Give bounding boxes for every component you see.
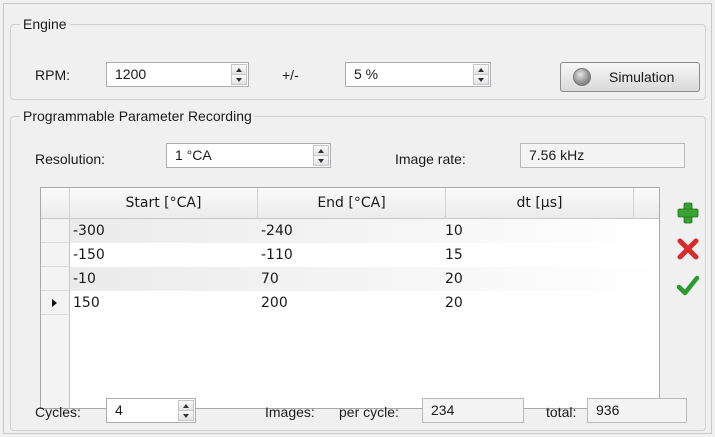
engine-legend: Engine <box>20 16 70 32</box>
arrow-up-icon <box>236 67 242 72</box>
current-row-pointer-icon <box>52 299 57 307</box>
per-cycle-field: 234 <box>422 398 524 423</box>
cell-start[interactable]: 150 <box>73 291 100 315</box>
recording-legend: Programmable Parameter Recording <box>20 108 255 124</box>
cell-dt[interactable]: 20 <box>445 267 463 291</box>
per-cycle-value: 234 <box>431 402 455 418</box>
check-icon <box>676 275 700 296</box>
status-led-icon <box>573 68 591 86</box>
rpm-value: 1200 <box>115 66 147 82</box>
cell-start[interactable]: -300 <box>73 219 105 243</box>
cycles-label: Cycles: <box>35 404 81 420</box>
row-selector-header <box>41 188 70 219</box>
tolerance-label: +/- <box>282 67 299 83</box>
row-selector[interactable] <box>41 291 70 315</box>
rpm-down-button[interactable] <box>231 75 247 85</box>
column-header-dt[interactable]: dt [µs] <box>446 188 634 219</box>
images-label: Images: <box>265 404 315 420</box>
simulation-button[interactable]: Simulation <box>560 62 700 92</box>
cycles-value: 4 <box>115 402 123 418</box>
resolution-up-button[interactable] <box>313 145 329 156</box>
tolerance-spinner[interactable] <box>473 64 489 85</box>
cycles-spinner[interactable] <box>178 400 194 421</box>
total-label: total: <box>546 404 577 420</box>
arrow-down-icon <box>236 77 242 82</box>
arrow-down-icon <box>478 77 484 82</box>
arrow-up-icon <box>478 67 484 72</box>
cell-dt[interactable]: 15 <box>445 243 463 267</box>
total-field: 936 <box>587 398 687 423</box>
tolerance-value: 5 % <box>354 66 379 82</box>
rpm-spinbox[interactable]: 1200 <box>106 62 249 87</box>
arrow-up-icon <box>318 148 324 153</box>
row-selector[interactable] <box>41 243 70 267</box>
tolerance-up-button[interactable] <box>473 64 489 75</box>
arrow-up-icon <box>183 403 189 408</box>
total-value: 936 <box>596 402 620 418</box>
image-rate-value: 7.56 kHz <box>529 147 585 163</box>
x-icon <box>677 238 699 260</box>
cell-start[interactable]: -10 <box>73 267 96 291</box>
delete-row-button[interactable] <box>676 237 700 261</box>
image-rate-field: 7.56 kHz <box>520 143 685 168</box>
parameter-table[interactable]: Start [°CA] End [°CA] dt [µs] -300 -240 … <box>40 187 660 409</box>
resolution-spinner[interactable] <box>313 145 329 166</box>
row-selector[interactable] <box>41 219 70 243</box>
rpm-label: RPM: <box>35 67 70 83</box>
cell-end[interactable]: 200 <box>261 291 288 315</box>
cycles-spinbox[interactable]: 4 <box>106 398 196 423</box>
row-selector[interactable] <box>41 267 70 291</box>
table-row-current[interactable]: 150 200 20 <box>41 291 659 315</box>
cell-end[interactable]: -240 <box>261 219 293 243</box>
rpm-spinner[interactable] <box>231 64 247 85</box>
arrow-down-icon <box>183 413 189 418</box>
cycles-down-button[interactable] <box>178 411 194 421</box>
plus-icon <box>677 202 699 224</box>
tolerance-down-button[interactable] <box>473 75 489 85</box>
add-row-button[interactable] <box>676 201 700 225</box>
tolerance-spinbox[interactable]: 5 % <box>345 62 491 87</box>
window-frame: Engine RPM: 1200 +/- 5 % Simulation Prog… <box>3 3 712 434</box>
resolution-label: Resolution: <box>35 151 106 167</box>
cell-start[interactable]: -150 <box>73 243 105 267</box>
resolution-spinbox[interactable]: 1 °CA <box>166 143 331 168</box>
column-header-end[interactable]: End [°CA] <box>258 188 446 219</box>
cycles-up-button[interactable] <box>178 400 194 411</box>
simulation-label: Simulation <box>609 69 675 85</box>
table-header: Start [°CA] End [°CA] dt [µs] <box>41 188 659 219</box>
table-row[interactable]: -10 70 20 <box>41 267 659 291</box>
resolution-down-button[interactable] <box>313 156 329 166</box>
image-rate-label: Image rate: <box>395 151 466 167</box>
cell-end[interactable]: 70 <box>261 267 279 291</box>
per-cycle-label: per cycle: <box>339 404 399 420</box>
apply-button[interactable] <box>676 274 700 298</box>
cell-dt[interactable]: 20 <box>445 291 463 315</box>
rpm-up-button[interactable] <box>231 64 247 75</box>
table-row[interactable]: -300 -240 10 <box>41 219 659 243</box>
column-header-start[interactable]: Start [°CA] <box>70 188 258 219</box>
arrow-down-icon <box>318 158 324 163</box>
resolution-value: 1 °CA <box>175 147 212 163</box>
table-row[interactable]: -150 -110 15 <box>41 243 659 267</box>
cell-dt[interactable]: 10 <box>445 219 463 243</box>
cell-end[interactable]: -110 <box>261 243 293 267</box>
